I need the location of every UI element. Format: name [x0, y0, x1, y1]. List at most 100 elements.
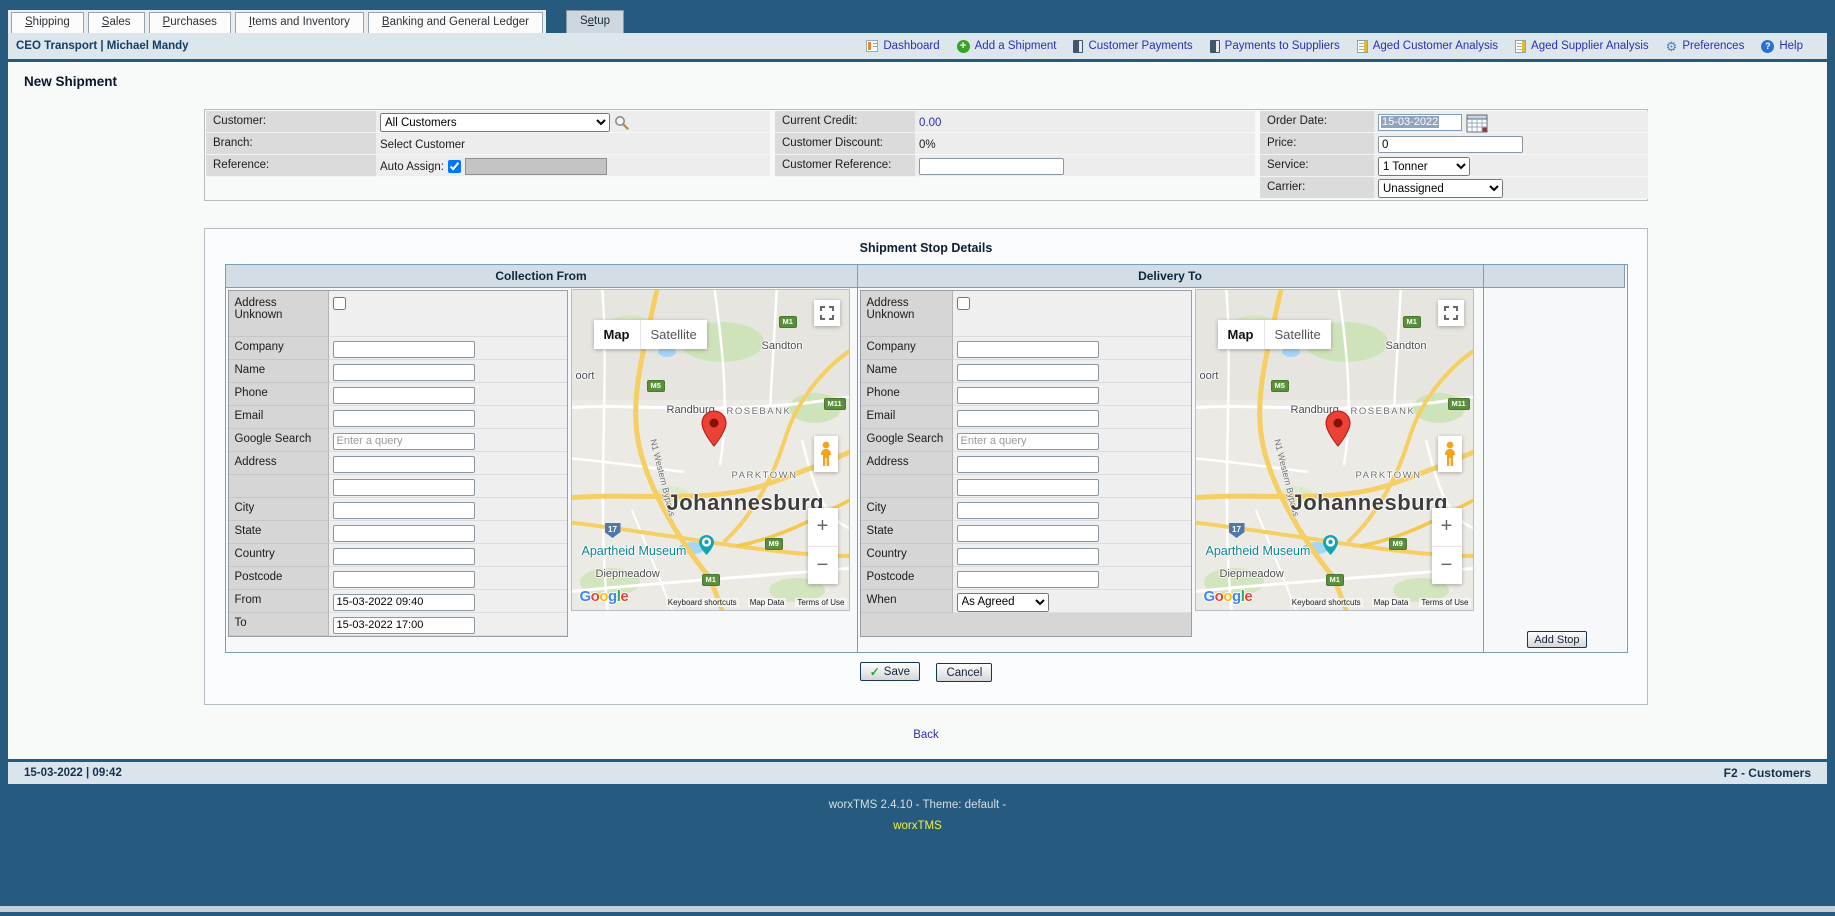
tab-shipping[interactable]: Shipping — [11, 12, 84, 33]
delivery-city-input[interactable] — [957, 502, 1099, 519]
toolbar-dashboard[interactable]: Dashboard — [866, 40, 939, 52]
status-shortcut: F2 - Customers — [1724, 766, 1811, 780]
map-label-oort: oort — [576, 370, 595, 382]
keyboard-shortcuts-link[interactable]: Keyboard shortcuts — [1290, 598, 1363, 607]
fullscreen-button[interactable] — [814, 300, 840, 326]
collection-state-input[interactable] — [333, 525, 475, 542]
collection-map[interactable]: M1 Sandton oort M5 Randburg ROSEBANK M11… — [572, 290, 849, 610]
toolbar-aged-supplier-analysis[interactable]: Aged Supplier Analysis — [1515, 40, 1649, 53]
delivery-phone-input[interactable] — [957, 387, 1099, 404]
google-logo: Google — [580, 588, 629, 605]
delivery-address2-input[interactable] — [957, 479, 1099, 496]
address2-label — [229, 475, 329, 498]
save-button[interactable]: ✓Save — [860, 662, 920, 681]
toolbar-add-a-shipment[interactable]: +Add a Shipment — [957, 40, 1057, 53]
stop-details-title: Shipment Stop Details — [205, 241, 1647, 255]
keyboard-shortcuts-link[interactable]: Keyboard shortcuts — [666, 598, 739, 607]
toolbar-help[interactable]: ? Help — [1761, 40, 1803, 53]
carrier-select[interactable]: Unassigned — [1378, 179, 1503, 198]
delivery-address1-input[interactable] — [957, 456, 1099, 473]
carrier-label: Carrier: — [1260, 177, 1374, 199]
add-stop-button[interactable]: Add Stop — [1527, 631, 1586, 648]
customer-reference-input[interactable] — [919, 158, 1064, 175]
map-marker[interactable] — [701, 410, 727, 453]
pegman-control[interactable] — [814, 436, 838, 472]
toolbar-aged-customer-analysis[interactable]: Aged Customer Analysis — [1357, 40, 1498, 53]
collection-email-input[interactable] — [333, 410, 475, 427]
collection-phone-input[interactable] — [333, 387, 475, 404]
collection-address2-input[interactable] — [333, 479, 475, 496]
toolbar-label: Help — [1779, 40, 1803, 52]
satellite-button[interactable]: Satellite — [640, 320, 707, 349]
tab-banking-and-general-ledger[interactable]: Banking and General Ledger — [368, 12, 543, 33]
map-button[interactable]: Map — [1218, 320, 1264, 349]
collection-postcode-input[interactable] — [333, 571, 475, 588]
customer-search-icon[interactable] — [614, 115, 629, 130]
back-link[interactable]: Back — [913, 729, 939, 741]
fullscreen-button[interactable] — [1438, 300, 1464, 326]
price-input[interactable] — [1378, 136, 1523, 153]
collection-city-input[interactable] — [333, 502, 475, 519]
collection-country-input[interactable] — [333, 548, 475, 565]
delivery-map[interactable]: M1 Sandton oort M5 Randburg ROSEBANK M11… — [1196, 290, 1473, 610]
map-button[interactable]: Map — [594, 320, 640, 349]
delivery-state-input[interactable] — [957, 525, 1099, 542]
zoom-out-button[interactable]: − — [808, 547, 838, 585]
satellite-button[interactable]: Satellite — [1264, 320, 1331, 349]
collection-google-search-input[interactable] — [333, 433, 475, 450]
collection-address-unknown-checkbox[interactable] — [333, 297, 346, 310]
customer-select[interactable]: All Customers — [380, 113, 610, 132]
collection-to-input[interactable] — [333, 617, 475, 634]
delivery-country-input[interactable] — [957, 548, 1099, 565]
collection-from-input[interactable] — [333, 594, 475, 611]
collection-address1-input[interactable] — [333, 456, 475, 473]
toolbar-payments-to-suppliers[interactable]: Payments to Suppliers — [1210, 40, 1340, 53]
toolbar-customer-payments[interactable]: Customer Payments — [1073, 40, 1192, 53]
map-data-link[interactable]: Map Data — [748, 598, 787, 607]
map-data-link[interactable]: Map Data — [1372, 598, 1411, 607]
notebook-icon — [1210, 40, 1220, 53]
name-label: Name — [861, 360, 953, 383]
cancel-button[interactable]: Cancel — [936, 663, 992, 682]
zoom-in-button[interactable]: + — [1432, 508, 1462, 547]
zoom-out-button[interactable]: − — [1432, 547, 1462, 585]
map-marker[interactable] — [1325, 410, 1351, 453]
tab-sales[interactable]: Sales — [88, 12, 145, 33]
calendar-icon[interactable] — [1466, 113, 1488, 133]
delivery-name-input[interactable] — [957, 364, 1099, 381]
postcode-label: Postcode — [229, 567, 329, 590]
auto-assign-checkbox[interactable] — [448, 160, 461, 173]
brand-link[interactable]: worxTMS — [893, 820, 942, 832]
route-badge: M11 — [1448, 398, 1470, 410]
terms-of-use-link[interactable]: Terms of Use — [1419, 598, 1470, 607]
delivery-postcode-input[interactable] — [957, 571, 1099, 588]
delivery-google-search-input[interactable] — [957, 433, 1099, 450]
route-badge: M1 — [1403, 316, 1421, 328]
collection-company-input[interactable] — [333, 341, 475, 358]
tab-group: Shipping Sales Purchases Items and Inven… — [8, 10, 546, 33]
pegman-control[interactable] — [1438, 436, 1462, 472]
google-search-label: Google Search — [861, 429, 953, 452]
delivery-when-select[interactable]: As Agreed — [957, 593, 1049, 612]
shipment-header-form: Customer: All Customers Branch: Select C… — [204, 109, 1648, 201]
service-select[interactable]: 1 Tonner — [1378, 157, 1470, 176]
tab-purchases[interactable]: Purchases — [149, 12, 231, 33]
country-label: Country — [229, 544, 329, 567]
main-menu-tabbar: Shipping Sales Purchases Items and Inven… — [8, 8, 1827, 33]
page-title: New Shipment — [8, 62, 1827, 89]
terms-of-use-link[interactable]: Terms of Use — [795, 598, 846, 607]
tab-accesskey: S — [25, 16, 33, 28]
delivery-company-input[interactable] — [957, 341, 1099, 358]
delivery-address-unknown-checkbox[interactable] — [957, 297, 970, 310]
map-type-control: Map Satellite — [1218, 320, 1331, 349]
help-icon: ? — [1761, 40, 1774, 53]
collection-name-input[interactable] — [333, 364, 475, 381]
toolbar-preferences[interactable]: ⚙Preferences — [1666, 40, 1745, 53]
tab-setup[interactable]: Setup — [566, 10, 624, 33]
zoom-in-button[interactable]: + — [808, 508, 838, 547]
map-label-museum: Apartheid Museum — [582, 544, 687, 558]
tab-items-and-inventory[interactable]: Items and Inventory — [235, 12, 364, 33]
delivery-email-input[interactable] — [957, 410, 1099, 427]
save-label: Save — [884, 666, 910, 678]
order-date-input[interactable]: 15-03-2022 — [1378, 114, 1462, 131]
